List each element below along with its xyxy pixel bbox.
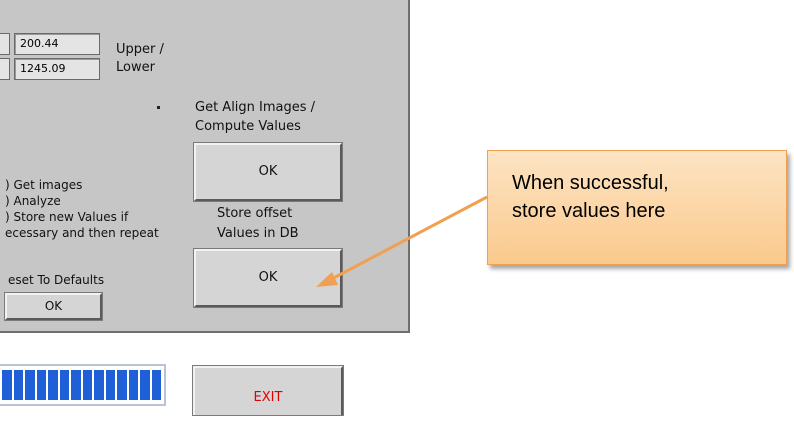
callout-note: When successful, store values here	[487, 150, 787, 265]
callout-line2: store values here	[512, 200, 666, 222]
callout-line1: When successful,	[512, 172, 669, 194]
